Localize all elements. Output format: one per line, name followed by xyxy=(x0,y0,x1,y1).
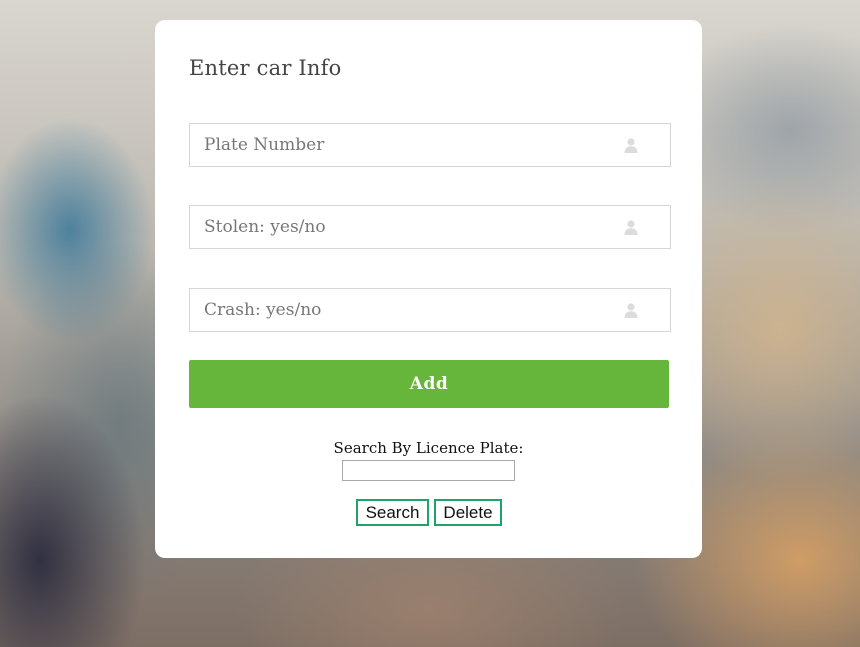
form-title: Enter car Info xyxy=(189,56,342,80)
licence-plate-search-input[interactable] xyxy=(342,460,515,481)
user-icon xyxy=(624,138,638,153)
plate-number-input[interactable] xyxy=(190,124,610,166)
user-icon xyxy=(624,303,638,318)
search-label: Search By Licence Plate: xyxy=(333,439,524,457)
delete-button[interactable]: Delete xyxy=(434,499,502,526)
stolen-input[interactable] xyxy=(190,206,610,248)
user-icon xyxy=(624,220,638,235)
crash-input[interactable] xyxy=(190,289,610,331)
plate-number-field[interactable] xyxy=(189,123,671,167)
car-info-card: Enter car Info Add Search By Licence Pla… xyxy=(155,20,702,558)
stolen-field[interactable] xyxy=(189,205,671,249)
add-button[interactable]: Add xyxy=(189,360,669,408)
crash-field[interactable] xyxy=(189,288,671,332)
search-button[interactable]: Search xyxy=(356,499,429,526)
